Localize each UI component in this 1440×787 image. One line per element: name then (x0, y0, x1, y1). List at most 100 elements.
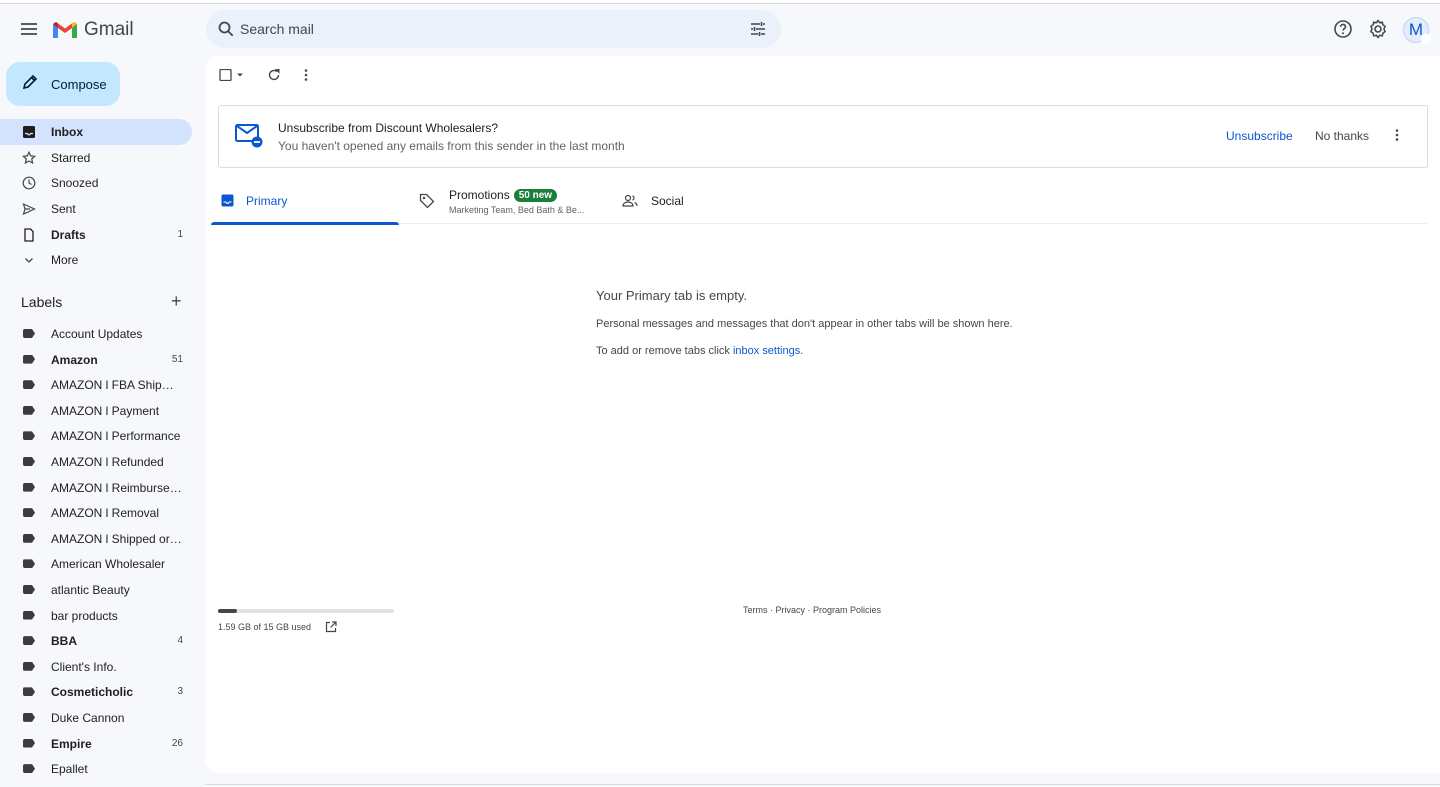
label-item[interactable]: AMAZON l Refunded (0, 449, 192, 475)
storage-bar (218, 609, 394, 613)
settings-gear-icon[interactable] (1368, 19, 1388, 39)
label-tag-icon (23, 329, 35, 338)
label-tag-icon (23, 738, 35, 748)
window-bottom-edge (205, 784, 1440, 785)
banner-more-vert-icon[interactable] (1394, 128, 1400, 147)
label-name: Duke Cannon (51, 710, 125, 725)
label-name: AMAZON l Removal (51, 506, 160, 521)
label-item[interactable]: AMAZON l Performance (0, 423, 192, 449)
search-input[interactable] (240, 10, 730, 48)
empty-description: Personal messages and messages that don'… (596, 318, 1013, 330)
label-item[interactable]: Empire 26 (0, 731, 192, 757)
label-item[interactable]: Cosmeticholic 3 (0, 679, 192, 705)
label-name: AMAZON l FBA Shipments (51, 378, 183, 393)
sidebar-item-drafts[interactable]: Drafts 1 (0, 222, 192, 248)
sidebar-item-label: Snoozed (51, 176, 99, 191)
logo-text: Gmail (84, 19, 134, 40)
label-item[interactable]: AMAZON l Payment (0, 398, 192, 424)
footer-separator: · (805, 605, 814, 615)
sidebar-item-more[interactable]: More (0, 247, 192, 273)
tab-promotions-text: Promotions (449, 188, 510, 202)
tab-social[interactable]: Social (621, 180, 771, 224)
terms-link[interactable]: Terms (743, 605, 768, 615)
label-tag-icon (23, 687, 35, 697)
banner-title: Unsubscribe from Discount Wholesalers? (278, 121, 499, 135)
draft-icon (22, 228, 36, 242)
label-item[interactable]: BBA 4 (0, 628, 192, 654)
tab-promotions[interactable]: Promotions 50 new Marketing Team, Bed Bat… (419, 180, 605, 224)
sidebar-item-starred[interactable]: Starred (0, 145, 192, 171)
label-item[interactable]: Account Updates (0, 321, 192, 347)
add-label-icon[interactable]: + (171, 292, 182, 310)
label-name: Epallet (51, 762, 88, 777)
new-count-badge: 50 new (513, 189, 558, 202)
gmail-logo[interactable]: Gmail (52, 19, 134, 41)
label-name: Account Updates (51, 327, 143, 341)
label-item[interactable]: AMAZON l FBA Shipments (0, 372, 192, 398)
label-name: AMAZON l Shipped order (51, 531, 183, 546)
gmail-m-icon (53, 22, 77, 38)
more-vert-icon[interactable] (303, 68, 309, 87)
search-icon[interactable] (217, 20, 235, 43)
storage-text: 1.59 GB of 15 GB used (218, 622, 312, 632)
label-name: Cosmeticholic (51, 685, 134, 700)
search-options-icon[interactable] (749, 20, 767, 43)
label-tag-icon (23, 584, 35, 594)
empty-title: Your Primary tab is empty. (596, 288, 747, 303)
select-all-checkbox-icon[interactable] (219, 68, 247, 86)
label-item[interactable]: bar products (0, 603, 192, 629)
label-item[interactable]: Amazon 51 (0, 347, 192, 373)
label-item[interactable]: Epallet (0, 756, 192, 782)
sidebar-item-label: Inbox (51, 124, 83, 139)
no-thanks-button[interactable]: No thanks (1315, 129, 1369, 143)
inbox-settings-link[interactable]: inbox settings (733, 345, 800, 357)
label-name: AMAZON l Performance (51, 429, 181, 444)
label-name: BBA (51, 634, 77, 649)
program-policies-link[interactable]: Program Policies (813, 605, 881, 615)
help-icon[interactable] (1333, 19, 1353, 39)
sidebar-item-snoozed[interactable]: Snoozed (0, 170, 192, 196)
label-item[interactable]: AMAZON l Reimbursement (0, 475, 192, 501)
label-tag-icon (23, 456, 35, 466)
tab-primary-label: Primary (246, 194, 288, 208)
privacy-link[interactable]: Privacy (776, 605, 806, 615)
open-in-new-icon[interactable] (325, 620, 337, 638)
label-tag-icon (23, 559, 35, 569)
label-name: bar products (51, 608, 118, 623)
sidebar-item-count: 1 (177, 229, 183, 241)
unsubscribe-banner: Unsubscribe from Discount Wholesalers? Y… (218, 105, 1428, 168)
inbox-icon (22, 125, 36, 139)
tab-primary[interactable]: Primary (211, 180, 399, 225)
footer-links: Terms · Privacy · Program Policies (743, 605, 881, 615)
label-item[interactable]: Duke Cannon (0, 705, 192, 731)
label-item[interactable]: Client's Info. (0, 654, 192, 680)
label-count: 3 (177, 686, 183, 698)
main-menu-icon[interactable] (16, 16, 42, 42)
people-icon (622, 194, 638, 213)
labels-title: Labels (21, 294, 63, 310)
account-avatar[interactable]: M (1403, 17, 1431, 44)
sidebar-item-sent[interactable]: Sent (0, 196, 192, 222)
label-item[interactable]: AMAZON l Shipped order (0, 526, 192, 552)
compose-button[interactable]: Compose (6, 62, 120, 106)
label-tag-icon (23, 533, 35, 543)
hint-suffix: . (800, 345, 804, 357)
label-name: American Wholesaler (51, 557, 166, 572)
search-bar[interactable] (206, 10, 781, 48)
clock-icon (22, 176, 36, 190)
mail-unsubscribe-icon (235, 123, 263, 154)
sidebar-item-inbox[interactable]: Inbox (0, 119, 192, 145)
label-item[interactable]: American Wholesaler (0, 551, 192, 577)
label-item[interactable]: AMAZON l Removal (0, 500, 192, 526)
label-name: Client's Info. (51, 659, 117, 674)
tag-icon (419, 193, 435, 214)
unsubscribe-button[interactable]: Unsubscribe (1226, 129, 1293, 143)
label-tag-icon (23, 712, 35, 722)
inbox-tab-icon (221, 194, 234, 212)
inbox-tabs: Primary Promotions 50 new Marketing Team,… (211, 180, 1427, 225)
label-item[interactable]: atlantic Beauty (0, 577, 192, 603)
label-name: Amazon (51, 352, 98, 367)
refresh-icon[interactable] (267, 68, 281, 87)
sidebar-item-label: More (51, 253, 79, 268)
label-tag-icon (23, 661, 35, 671)
